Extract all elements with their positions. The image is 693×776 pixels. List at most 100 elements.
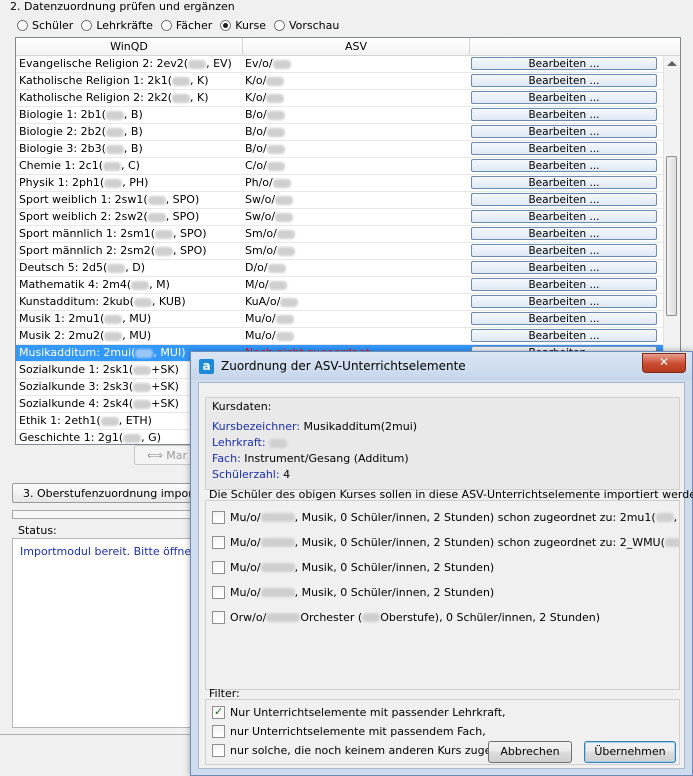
- edit-button[interactable]: Bearbeiten ...: [471, 125, 657, 138]
- unterrichtselement-option[interactable]: Orw/o/ Orchester (Oberstufe), 0 Schüler/…: [212, 611, 600, 624]
- kursbezeichner-row: Kursbezeichner: Musikadditum(2mui): [212, 420, 417, 433]
- radio-vorschau[interactable]: Vorschau: [273, 19, 339, 32]
- winqd-subject: , B): [123, 142, 143, 155]
- filter-lehrkraft[interactable]: Nur Unterrichtselemente mit passender Le…: [212, 705, 506, 719]
- edit-button[interactable]: Bearbeiten ...: [471, 295, 657, 308]
- filter-fach[interactable]: nur Unterrichtselemente mit passendem Fa…: [212, 725, 486, 738]
- unterrichtselement-option[interactable]: Mu/o/ , Musik, 0 Schüler/innen, 2 Stunden…: [212, 561, 494, 574]
- edit-button[interactable]: Bearbeiten ...: [471, 193, 657, 206]
- table-row[interactable]: Biologie 3: 2b3(, B) B/o/Bearbeiten ...: [16, 141, 664, 158]
- table-row[interactable]: Biologie 2: 2b2(, B) B/o/Bearbeiten ...: [16, 124, 664, 141]
- asv-cell: C/o/: [242, 158, 468, 174]
- checkbox[interactable]: [212, 725, 225, 738]
- edit-button[interactable]: Bearbeiten ...: [471, 227, 657, 240]
- table-row[interactable]: Mathematik 4: 2m4(, M) M/o/Bearbeiten ...: [16, 277, 664, 294]
- edit-button[interactable]: Bearbeiten ...: [471, 312, 657, 325]
- unterrichtselement-option[interactable]: Mu/o/ , Musik, 0 Schüler/innen, 2 Stunden…: [212, 586, 494, 599]
- checkbox[interactable]: [212, 744, 225, 757]
- table-row[interactable]: Kunstadditum: 2kub(, KUB) KuA/o/Bearbeite…: [16, 294, 664, 311]
- element-code: Mu/o/: [230, 561, 261, 574]
- asv-cell: Sw/o/: [242, 209, 468, 225]
- winqd-subject: , K): [190, 91, 209, 104]
- winqd-cell: Musik 2: 2mu2(, MU): [16, 328, 242, 344]
- radio-circle[interactable]: [160, 19, 172, 31]
- scroll-thumb[interactable]: [666, 156, 677, 316]
- action-cell: Bearbeiten ...: [468, 158, 664, 174]
- edit-button[interactable]: Bearbeiten ...: [471, 74, 657, 87]
- edit-button[interactable]: Bearbeiten ...: [471, 159, 657, 172]
- edit-button[interactable]: Bearbeiten ...: [471, 176, 657, 189]
- column-header-asv[interactable]: ASV: [243, 38, 470, 55]
- checkbox[interactable]: [212, 705, 225, 719]
- edit-button[interactable]: Bearbeiten ...: [471, 261, 657, 274]
- radio-kurse[interactable]: Kurse: [220, 19, 266, 32]
- edit-button[interactable]: Bearbeiten ...: [471, 210, 657, 223]
- view-radio-group: Schüler Lehrkräfte Fächer Kurse Vorschau: [17, 18, 347, 32]
- table-row[interactable]: Physik 1: 2ph1(, PH) Ph/o/Bearbeiten ...: [16, 175, 664, 192]
- redacted-name: [107, 263, 126, 273]
- radio-circle[interactable]: [273, 19, 285, 31]
- table-row[interactable]: Sport männlich 2: 2sm2(, SPO) Sm/o/Bearbe…: [16, 243, 664, 260]
- table-row[interactable]: Katholische Religion 1: 2k1(, K) K/o/Bear…: [16, 73, 664, 90]
- edit-button[interactable]: Bearbeiten ...: [471, 329, 657, 342]
- status-textbox[interactable]: Importmodul bereit. Bitte öffnen: [12, 538, 202, 728]
- winqd-course: Sozialkunde 3: 2sk3(: [19, 380, 134, 393]
- unterrichtselement-option[interactable]: Mu/o/ , Musik, 0 Schüler/innen, 2 Stunden…: [212, 536, 679, 549]
- element-code: Orw/o/: [230, 611, 267, 624]
- redacted-name: [133, 365, 152, 375]
- redacted-name: [123, 433, 142, 443]
- table-row[interactable]: Sport männlich 1: 2sm1(, SPO) Sm/o/Bearbe…: [16, 226, 664, 243]
- table-row[interactable]: Evangelische Religion 2: 2ev2(, EV) Ev/o/…: [16, 56, 664, 73]
- edit-button[interactable]: Bearbeiten ...: [471, 142, 657, 155]
- checkbox[interactable]: [212, 586, 225, 599]
- edit-button[interactable]: Bearbeiten ...: [471, 91, 657, 104]
- radio-label: Fächer: [175, 18, 213, 32]
- winqd-course: Sozialkunde 4: 2sk4(: [19, 397, 134, 410]
- table-row[interactable]: Sport weiblich 2: 2sw2(, SPO) Sw/o/Bearbe…: [16, 209, 664, 226]
- edit-button[interactable]: Bearbeiten ...: [471, 108, 657, 121]
- dialog-titlebar[interactable]: a Zuordnung der ASV-Unterrichtselemente …: [191, 352, 692, 380]
- radio-circle[interactable]: [81, 19, 93, 31]
- edit-button[interactable]: Bearbeiten ...: [471, 57, 657, 70]
- winqd-subject: , EV): [206, 57, 232, 70]
- winqd-subject: , C): [121, 159, 140, 172]
- table-row[interactable]: Chemie 1: 2c1(, C) C/o/Bearbeiten ...: [16, 158, 664, 175]
- element-details: , Musik, 0 Schüler/innen, 2 Stunden): [294, 561, 495, 574]
- element-code: Mu/o/: [230, 511, 261, 524]
- asv-element: Sm/o/: [245, 244, 277, 257]
- edit-button[interactable]: Bearbeiten ...: [471, 278, 657, 291]
- cancel-button[interactable]: Abbrechen: [488, 741, 572, 763]
- kursbezeichner-key: Kursbezeichner:: [212, 420, 301, 433]
- table-row[interactable]: Deutsch 5: 2d5(, D) D/o/Bearbeiten ...: [16, 260, 664, 277]
- asv-element: Mu/o/: [245, 329, 276, 342]
- checkbox[interactable]: [212, 561, 225, 574]
- winqd-course: Biologie 3: 2b3(: [19, 142, 106, 155]
- close-button[interactable]: ✕: [642, 353, 686, 373]
- checkbox[interactable]: [212, 611, 225, 624]
- accept-button[interactable]: Übernehmen: [584, 741, 676, 763]
- radio-circle[interactable]: [17, 19, 28, 31]
- unterrichtselement-option[interactable]: Mu/o/ , Musik, 0 Schüler/innen, 2 Stunden…: [212, 511, 679, 524]
- scroll-up-icon[interactable]: [667, 61, 677, 66]
- column-header-winqd[interactable]: WinQD: [16, 38, 243, 55]
- table-row[interactable]: Sport weiblich 1: 2sw1(, SPO) Sw/o/Bearbe…: [16, 192, 664, 209]
- redacted-name: [266, 110, 285, 120]
- redacted-name: [155, 229, 173, 239]
- winqd-cell: Biologie 1: 2b1(, B): [16, 107, 242, 123]
- radio-faecher[interactable]: Fächer: [160, 18, 213, 32]
- table-row[interactable]: Musik 1: 2mu1(, MU) Mu/o/Bearbeiten ...: [16, 311, 664, 328]
- radio-lehrkraefte[interactable]: Lehrkräfte: [81, 19, 153, 32]
- radio-schueler[interactable]: Schüler: [17, 19, 73, 32]
- winqd-subject: , MU): [122, 329, 152, 342]
- table-row[interactable]: Katholische Religion 2: 2k2(, K) K/o/Bear…: [16, 90, 664, 107]
- winqd-course: Kunstadditum: 2kub(: [19, 295, 134, 308]
- section3-button[interactable]: 3. Oberstufenzuordnung impor: [12, 483, 202, 503]
- edit-button[interactable]: Bearbeiten ...: [471, 244, 657, 257]
- checkbox[interactable]: [212, 511, 225, 524]
- table-row[interactable]: Musik 2: 2mu2(, MU) Mu/o/Bearbeiten ...: [16, 328, 664, 345]
- winqd-subject: , G): [141, 431, 161, 444]
- action-cell: Bearbeiten ...: [468, 192, 664, 208]
- table-row[interactable]: Biologie 1: 2b1(, B) B/o/Bearbeiten ...: [16, 107, 664, 124]
- radio-circle[interactable]: [220, 19, 232, 31]
- checkbox[interactable]: [212, 536, 225, 549]
